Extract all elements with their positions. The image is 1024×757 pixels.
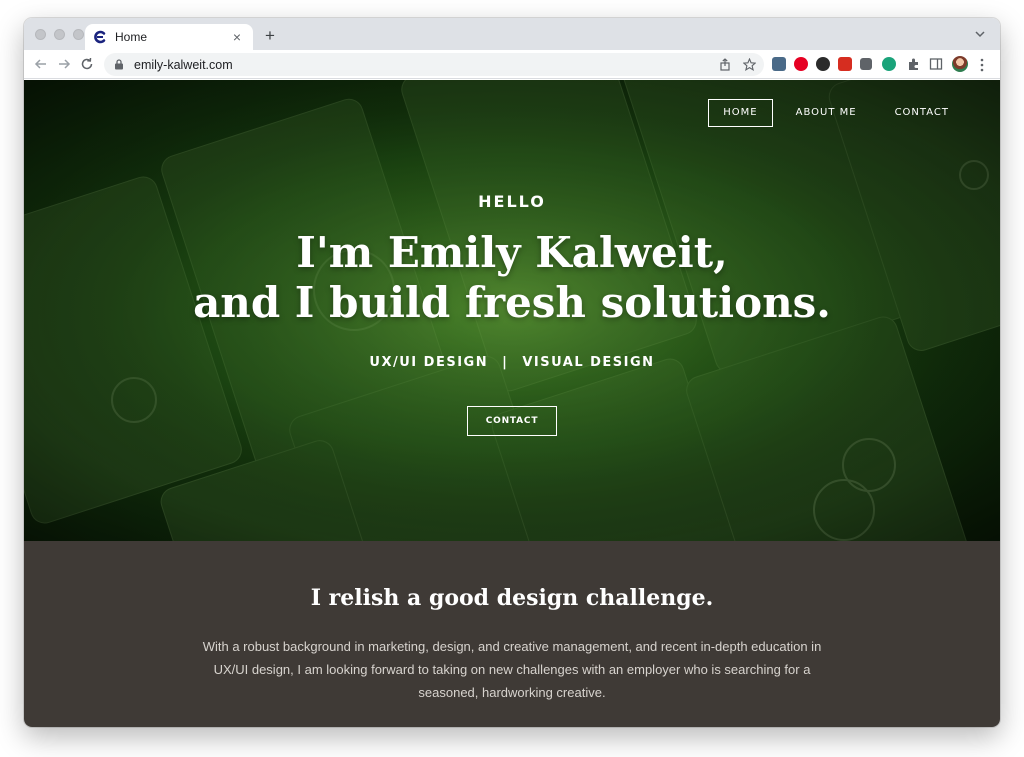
hero-headline: I'm Emily Kalweit, and I build fresh sol… <box>24 228 1000 328</box>
hero-contact-button[interactable]: CONTACT <box>467 406 557 436</box>
hero-section: HOME ABOUT ME CONTACT HELLO I'm Emily Ka… <box>24 80 1000 541</box>
extension-k-icon[interactable] <box>816 57 830 71</box>
specialty-separator: | <box>502 355 509 370</box>
profile-avatar[interactable] <box>952 56 968 72</box>
minimize-window-button[interactable] <box>54 29 65 40</box>
site-favicon-icon <box>94 30 106 44</box>
browser-window: Home × + emily-kalweit.com HOME ABOUT ME… <box>24 18 1000 727</box>
browser-toolbar: emily-kalweit.com <box>24 50 1000 79</box>
site-navigation: HOME ABOUT ME CONTACT <box>708 99 964 127</box>
tab-search-chevron-icon[interactable] <box>974 28 986 40</box>
reload-icon[interactable] <box>80 57 94 71</box>
specialty-visual: VISUAL DESIGN <box>522 355 655 370</box>
hero-headline-line-1: I'm Emily Kalweit, <box>296 228 728 277</box>
back-arrow-icon[interactable] <box>34 57 48 71</box>
more-menu-icon[interactable] <box>980 58 984 72</box>
extension-red-icon[interactable] <box>838 57 852 71</box>
tab-title: Home <box>115 30 148 44</box>
extension-puzzle-piece-icon[interactable] <box>860 58 872 70</box>
nav-about-me-link[interactable]: ABOUT ME <box>781 99 872 127</box>
address-bar[interactable]: emily-kalweit.com <box>104 53 764 76</box>
zoom-window-button[interactable] <box>73 29 84 40</box>
share-icon[interactable] <box>716 56 734 74</box>
hero-specialties: UX/UI DESIGN | VISUAL DESIGN <box>24 355 1000 370</box>
extensions-icon[interactable] <box>906 57 920 71</box>
hero-headline-line-2: and I build fresh solutions. <box>193 278 831 327</box>
page-content: HOME ABOUT ME CONTACT HELLO I'm Emily Ka… <box>24 80 1000 727</box>
intro-section: I relish a good design challenge. With a… <box>24 541 1000 727</box>
forward-arrow-icon[interactable] <box>57 57 71 71</box>
extension-calendar-icon[interactable] <box>772 57 786 71</box>
specialty-ux-ui: UX/UI DESIGN <box>369 355 489 370</box>
new-tab-button[interactable]: + <box>260 26 280 46</box>
extension-green-icon[interactable] <box>882 57 896 71</box>
bookmark-star-icon[interactable] <box>740 56 758 74</box>
hero-eyebrow: HELLO <box>478 192 546 211</box>
extension-pinterest-icon[interactable] <box>794 57 808 71</box>
nav-contact-link[interactable]: CONTACT <box>880 99 964 127</box>
close-window-button[interactable] <box>35 29 46 40</box>
side-panel-icon[interactable] <box>929 57 943 71</box>
url-text[interactable]: emily-kalweit.com <box>134 58 716 72</box>
intro-body: With a robust background in marketing, d… <box>202 639 822 700</box>
tab-strip: Home × + <box>24 18 1000 50</box>
lock-icon[interactable] <box>114 59 124 70</box>
tab-home[interactable]: Home × <box>85 24 253 50</box>
close-tab-icon[interactable]: × <box>229 30 245 44</box>
window-controls <box>35 29 84 40</box>
intro-title: I relish a good design challenge. <box>310 585 714 611</box>
nav-home-link[interactable]: HOME <box>708 99 773 127</box>
